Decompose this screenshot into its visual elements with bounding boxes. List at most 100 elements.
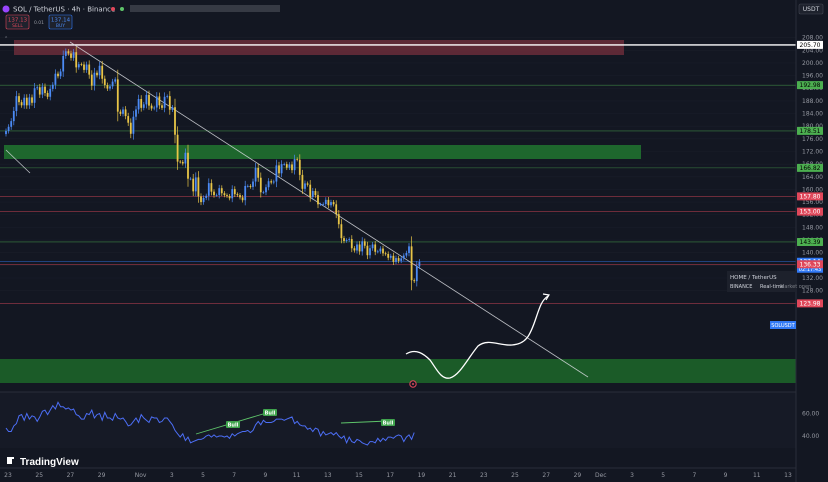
candle-body[interactable]	[57, 73, 59, 77]
price-level-badge[interactable]: 123.98	[797, 299, 823, 308]
candle-body[interactable]	[77, 64, 80, 68]
candle-body[interactable]	[259, 177, 262, 193]
candle-body[interactable]	[371, 244, 374, 249]
candle-body[interactable]	[241, 197, 244, 201]
candle-body[interactable]	[176, 134, 179, 162]
candle-body[interactable]	[155, 96, 158, 108]
candle-body[interactable]	[96, 72, 98, 76]
candle-body[interactable]	[283, 164, 286, 165]
candle-body[interactable]	[249, 185, 252, 187]
candle-body[interactable]	[122, 109, 124, 114]
candle-body[interactable]	[332, 202, 335, 205]
collapse-chevron-icon[interactable]: ⌃	[4, 36, 8, 42]
candle-body[interactable]	[179, 161, 182, 163]
candle-body[interactable]	[327, 199, 330, 206]
candle-body[interactable]	[88, 64, 91, 75]
candle-body[interactable]	[142, 104, 145, 108]
candle-body[interactable]	[324, 199, 327, 204]
candle-body[interactable]	[93, 72, 96, 86]
candle-body[interactable]	[38, 87, 41, 95]
candle-body[interactable]	[140, 98, 143, 108]
candle-body[interactable]	[340, 224, 343, 239]
candle-body[interactable]	[410, 246, 413, 281]
candle-body[interactable]	[400, 258, 403, 261]
candle-body[interactable]	[127, 116, 130, 123]
candle-body[interactable]	[309, 184, 312, 198]
candle-body[interactable]	[262, 192, 265, 194]
candle-body[interactable]	[174, 107, 176, 135]
price-level-badge[interactable]: 205.70	[797, 40, 823, 49]
candle-body[interactable]	[59, 71, 62, 77]
candle-body[interactable]	[285, 164, 288, 168]
candle-body[interactable]	[215, 195, 218, 196]
candle-body[interactable]	[358, 244, 361, 252]
candle-body[interactable]	[205, 195, 208, 198]
candle-body[interactable]	[213, 191, 215, 196]
candle-body[interactable]	[98, 65, 101, 76]
candle-body[interactable]	[184, 152, 187, 164]
candle-body[interactable]	[288, 164, 291, 168]
candle-body[interactable]	[413, 280, 416, 282]
candle-body[interactable]	[44, 86, 46, 93]
candle-body[interactable]	[116, 79, 119, 112]
price-level-badge[interactable]: 143.39	[797, 237, 823, 246]
candle-body[interactable]	[246, 185, 249, 187]
candle-body[interactable]	[252, 181, 254, 187]
candle-body[interactable]	[20, 102, 23, 106]
candle-body[interactable]	[272, 181, 275, 183]
candle-body[interactable]	[392, 255, 395, 262]
symbol-title[interactable]: SOL / TetherUS · 4h · Binance	[13, 6, 115, 14]
candle-body[interactable]	[5, 130, 7, 135]
candle-body[interactable]	[10, 121, 13, 127]
candle-body[interactable]	[67, 51, 70, 54]
candle-body[interactable]	[223, 193, 226, 196]
candle-body[interactable]	[181, 161, 184, 164]
candle-body[interactable]	[187, 152, 189, 179]
candle-body[interactable]	[23, 97, 26, 106]
candle-body[interactable]	[111, 81, 114, 87]
candle-body[interactable]	[415, 266, 418, 282]
candle-body[interactable]	[376, 251, 379, 253]
candle-body[interactable]	[25, 97, 28, 106]
candle-body[interactable]	[119, 111, 122, 114]
price-level-badge[interactable]: 192.98	[797, 81, 823, 90]
price-level-badge[interactable]: 136.33	[797, 260, 823, 269]
candle-body[interactable]	[405, 253, 408, 256]
candle-body[interactable]	[301, 174, 304, 189]
candle-body[interactable]	[114, 79, 117, 82]
candle-body[interactable]	[36, 87, 39, 89]
candle-body[interactable]	[158, 96, 161, 106]
candle-body[interactable]	[7, 126, 10, 131]
candle-body[interactable]	[291, 164, 293, 171]
candle-body[interactable]	[382, 248, 384, 254]
candle-body[interactable]	[270, 181, 273, 183]
candle-body[interactable]	[220, 188, 223, 194]
candle-body[interactable]	[15, 96, 18, 112]
candle-body[interactable]	[348, 239, 351, 241]
candle-body[interactable]	[314, 191, 317, 196]
candle-body[interactable]	[228, 196, 231, 199]
candle-body[interactable]	[202, 197, 205, 203]
candle-body[interactable]	[72, 52, 75, 58]
candle-body[interactable]	[343, 238, 345, 241]
candle-body[interactable]	[317, 195, 319, 205]
candle-body[interactable]	[135, 109, 137, 117]
candle-body[interactable]	[12, 111, 15, 122]
candle-body[interactable]	[64, 51, 67, 56]
candle-body[interactable]	[304, 183, 306, 189]
buy-button[interactable]: 137.14 BUY	[48, 14, 73, 30]
candle-body[interactable]	[210, 183, 213, 192]
candle-body[interactable]	[33, 88, 36, 103]
candle-body[interactable]	[298, 159, 301, 175]
candle-body[interactable]	[239, 195, 241, 198]
candle-body[interactable]	[330, 202, 332, 206]
candle-body[interactable]	[145, 94, 148, 105]
candle-body[interactable]	[350, 239, 353, 249]
candle-body[interactable]	[153, 107, 156, 109]
candle-body[interactable]	[389, 255, 392, 258]
candle-body[interactable]	[85, 64, 88, 70]
candle-body[interactable]	[374, 244, 377, 252]
candle-body[interactable]	[83, 64, 85, 70]
candle-body[interactable]	[161, 105, 163, 108]
candle-body[interactable]	[296, 159, 299, 160]
